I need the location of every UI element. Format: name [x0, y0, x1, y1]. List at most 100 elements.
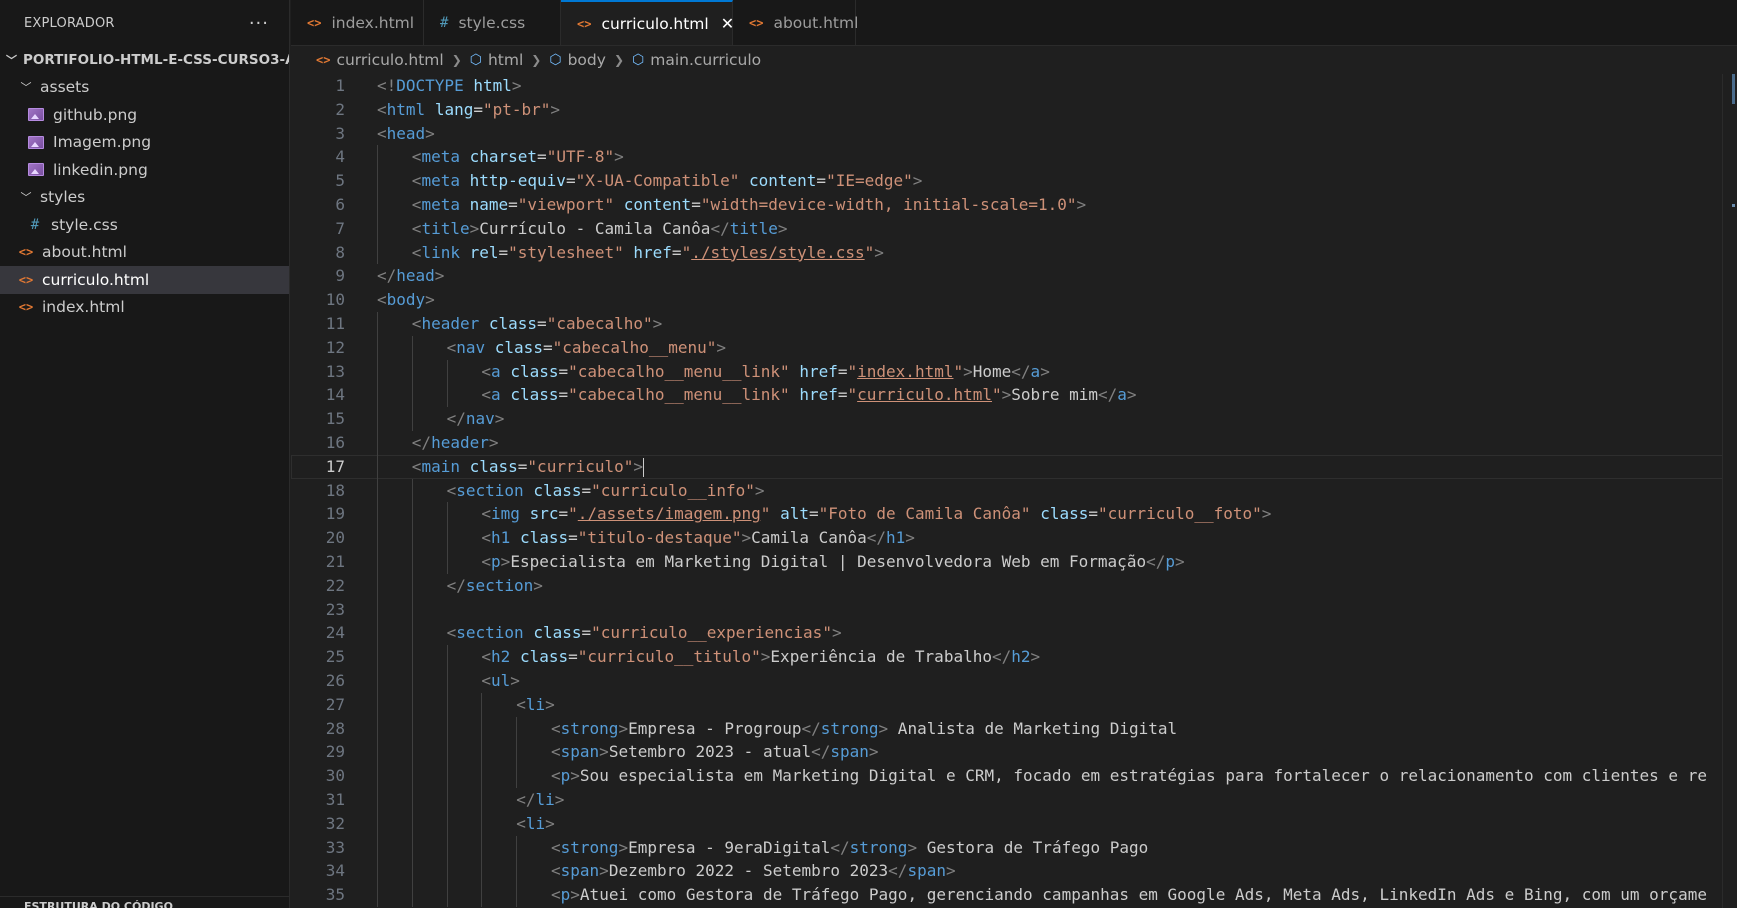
- breadcrumb-item[interactable]: main.curriculo: [650, 51, 761, 69]
- indent-guide: [446, 502, 448, 527]
- code-token: Sobre mim: [1011, 385, 1098, 405]
- indent-guide: [377, 811, 378, 836]
- code-line[interactable]: 2 <html lang="pt-br">: [291, 98, 1723, 122]
- code-line[interactable]: 6 <meta name="viewport" content="width=de…: [291, 192, 1723, 217]
- indent-guide: [411, 764, 413, 788]
- code-line[interactable]: 20 <h1 class="titulo-destaque">Camila Can…: [291, 526, 1723, 550]
- code-editor[interactable]: 1 <!DOCTYPE html> 2 <html lang="pt-br"> 3 <he…: [291, 74, 1723, 908]
- tree-item-about-html[interactable]: <> about.html: [0, 239, 289, 267]
- code-line[interactable]: 5 <meta http-equiv="X-UA-Compatible" cont…: [291, 169, 1723, 193]
- code-line[interactable]: 22 </section>: [291, 573, 1723, 598]
- indent-guide: [516, 764, 518, 788]
- tree-item-index-html[interactable]: <> index.html: [0, 294, 289, 322]
- code-line[interactable]: 35 <p>Atuei como Gestora de Tráfego Pago,…: [291, 883, 1723, 907]
- code-text: </header>: [412, 431, 499, 455]
- code-line[interactable]: 28 <strong>Empresa - Progroup</strong> An…: [291, 716, 1723, 741]
- code-line[interactable]: 7 <title>Currículo - Camila Canôa</title>: [291, 216, 1723, 241]
- code-line[interactable]: 17 <main class="curriculo">: [291, 454, 1723, 479]
- outline-section-header[interactable]: ESTRUTURA DO CÓDIGO: [0, 896, 289, 908]
- breadcrumb-item[interactable]: body: [568, 51, 606, 69]
- breadcrumb-item[interactable]: html: [488, 51, 523, 69]
- code-line[interactable]: 33 <strong>Empresa - 9eraDigital</strong>…: [291, 835, 1723, 860]
- code-token: alt: [780, 504, 809, 524]
- code-token: section: [465, 575, 534, 595]
- tree-item-curriculo-html[interactable]: <> curriculo.html: [0, 266, 289, 294]
- code-line[interactable]: 34 <span>Dezembro 2022 - Setembro 2023</s…: [291, 859, 1723, 884]
- indent-guide: [377, 216, 378, 241]
- code-token: </: [888, 861, 908, 881]
- code-token: strong: [560, 718, 619, 738]
- symbol-element-icon: ⬡: [549, 52, 562, 68]
- code-line[interactable]: 10 <body>: [291, 288, 1723, 312]
- code-line[interactable]: 8 <link rel="stylesheet" href="./styles/s…: [291, 240, 1723, 265]
- indent-guide: [481, 787, 483, 812]
- tree-item-label: Imagem.png: [53, 133, 152, 152]
- chevron-right-icon: ❯: [531, 53, 542, 67]
- indent-guide: [446, 359, 448, 384]
- code-line[interactable]: 27 <li>: [291, 692, 1723, 717]
- tab-style-css[interactable]: # style.css: [424, 0, 561, 45]
- code-line[interactable]: 31 </li>: [291, 787, 1723, 812]
- code-token: Experiência de Trabalho: [770, 647, 992, 667]
- code-token: Gestora de Tráfego Pago: [917, 837, 1149, 857]
- code-token: strong: [849, 837, 908, 857]
- code-token: <: [481, 361, 492, 381]
- tree-item-github-png[interactable]: github.png: [0, 101, 289, 129]
- code-line[interactable]: 3 <head>: [291, 122, 1723, 146]
- code-token: >: [599, 861, 609, 881]
- code-line[interactable]: 16 </header>: [291, 430, 1723, 455]
- code-token: </: [830, 837, 850, 857]
- indent-guide: [446, 811, 448, 836]
- code-token: </: [446, 409, 466, 429]
- breadcrumb-item[interactable]: curriculo.html: [336, 51, 443, 69]
- code-line[interactable]: 14 <a class="cabecalho__menu__link" href=…: [291, 383, 1723, 408]
- tab-about-html[interactable]: <> about.html: [733, 0, 858, 45]
- more-actions-icon[interactable]: ···: [249, 13, 269, 34]
- code-line[interactable]: 21 <p>Especialista em Marketing Digital |…: [291, 549, 1723, 574]
- code-text: </section>: [447, 574, 543, 598]
- indent-guide: [411, 811, 413, 836]
- code-line[interactable]: 19 <img src="./assets/imagem.png" alt="Fo…: [291, 502, 1723, 527]
- code-token: =: [808, 504, 819, 524]
- code-line[interactable]: 1 <!DOCTYPE html>: [291, 74, 1723, 98]
- indent-guide: [411, 383, 413, 408]
- code-line[interactable]: 9 </head>: [291, 264, 1723, 288]
- indent-guide: [377, 454, 378, 479]
- code-token: ./styles/style.css: [691, 242, 865, 262]
- tab-curriculo-html[interactable]: <> curriculo.html ✕: [561, 0, 734, 45]
- tree-item-linkedin-png[interactable]: linkedin.png: [0, 156, 289, 184]
- tree-item-imagem-png[interactable]: Imagem.png: [0, 129, 289, 157]
- code-line[interactable]: 26 <ul>: [291, 668, 1723, 693]
- code-line[interactable]: 18 <section class="curriculo__info">: [291, 478, 1723, 503]
- indent-guide: [446, 883, 448, 907]
- scrollbar-thumb[interactable]: [1732, 74, 1735, 104]
- code-line[interactable]: 30 <p>Sou especialista em Marketing Digit…: [291, 764, 1723, 788]
- code-token: Atuei como Gestora de Tráfego Pago, gere…: [579, 885, 1707, 905]
- code-line[interactable]: 29 <span>Setembro 2023 - atual</span>: [291, 740, 1723, 765]
- tree-item-styles[interactable]: ﹀ styles: [0, 184, 289, 212]
- code-token: >: [1040, 361, 1050, 381]
- tree-item-assets[interactable]: ﹀ assets: [0, 74, 289, 102]
- code-line[interactable]: 13 <a class="cabecalho__menu__link" href=…: [291, 359, 1723, 384]
- indent-guide: [377, 859, 378, 884]
- code-line[interactable]: 25 <h2 class="curriculo__titulo">Experiên…: [291, 645, 1723, 669]
- code-token: class: [533, 480, 582, 500]
- line-number: 29: [325, 742, 345, 762]
- code-token: >: [545, 813, 555, 833]
- code-token: DOCTYPE: [396, 76, 464, 95]
- code-line[interactable]: 23: [291, 597, 1723, 622]
- tree-item-style-css[interactable]: # style.css: [0, 211, 289, 239]
- project-folder[interactable]: ﹀ PORTIFOLIO-HTML-E-CSS-CURSO3-AU...: [0, 46, 289, 74]
- line-number: 24: [325, 623, 345, 643]
- code-line[interactable]: 4 <meta charset="UTF-8">: [291, 145, 1723, 170]
- tab-index-html[interactable]: <> index.html: [291, 0, 424, 45]
- code-line[interactable]: 15 </nav>: [291, 407, 1723, 431]
- code-line[interactable]: 24 <section class="curriculo__experiencia…: [291, 621, 1723, 646]
- code-token: <: [516, 813, 526, 833]
- code-line[interactable]: 12 <nav class="cabecalho__menu">: [291, 335, 1723, 360]
- line-number: 15: [325, 409, 345, 429]
- code-line[interactable]: 32 <li>: [291, 811, 1723, 836]
- code-token: >: [425, 290, 435, 310]
- code-line[interactable]: 11 <header class="cabecalho">: [291, 311, 1723, 336]
- editor-scrollbar[interactable]: [1722, 74, 1737, 908]
